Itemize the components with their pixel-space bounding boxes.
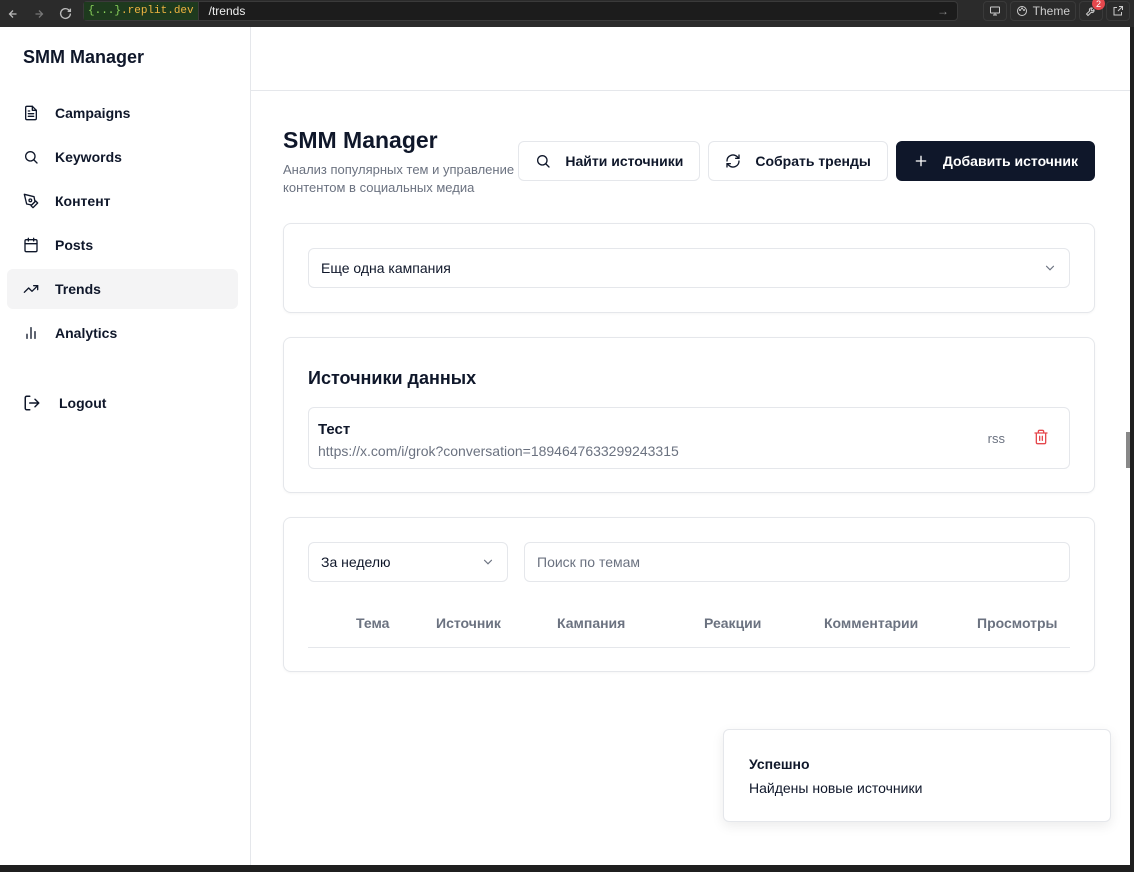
- source-name: Тест: [318, 421, 351, 438]
- success-toast[interactable]: Успешно Найдены новые источники: [723, 729, 1111, 822]
- trends-table-header: Тема Источник Кампания Реакции Комментар…: [308, 598, 1070, 648]
- topic-search-input[interactable]: [524, 542, 1070, 582]
- reload-icon: [59, 7, 71, 20]
- sources-title: Источники данных: [308, 368, 477, 388]
- add-source-button[interactable]: Добавить источник: [895, 141, 1095, 181]
- column-header-topic[interactable]: Тема: [356, 615, 389, 631]
- trends-card: За неделю Тема Источник Кампания Реакции…: [283, 517, 1095, 672]
- sidebar-item-trends[interactable]: Trends: [7, 269, 238, 309]
- period-select-value: За неделю: [321, 554, 391, 570]
- url-path: /trends: [208, 4, 246, 18]
- forward-button[interactable]: [26, 0, 52, 27]
- header-actions: Найти источники Собрать тренды Добавить …: [518, 141, 1095, 181]
- source-item: Тест https://x.com/i/grok?conversation=1…: [308, 407, 1070, 469]
- go-arrow-icon[interactable]: →: [937, 4, 949, 18]
- sidebar-item-label: Trends: [55, 281, 101, 297]
- source-url: https://x.com/i/grok?conversation=189464…: [318, 443, 679, 459]
- toast-message: Найдены новые источники: [749, 780, 923, 796]
- scrollbar-handle[interactable]: [1126, 432, 1130, 468]
- url-host: {...} .replit.dev: [84, 2, 199, 20]
- column-header-source[interactable]: Источник: [436, 615, 501, 631]
- plus-icon: [915, 155, 927, 167]
- find-sources-label: Найти источники: [565, 153, 684, 169]
- devices-button[interactable]: [982, 1, 1007, 21]
- sources-card: Источники данных Тест https://x.com/i/gr…: [283, 337, 1095, 493]
- campaign-card: Еще одна кампания: [283, 223, 1095, 313]
- source-type: rss: [987, 431, 1005, 446]
- sidebar-item-content[interactable]: Контент: [7, 181, 238, 221]
- arrow-right-icon: [35, 9, 44, 18]
- trending-up-icon: [23, 285, 39, 293]
- sidebar-item-label: Campaigns: [55, 105, 131, 121]
- monitor-icon: [989, 6, 1000, 16]
- sidebar-item-label: Posts: [55, 237, 94, 253]
- sidebar-item-label: Keywords: [55, 149, 122, 165]
- campaign-select[interactable]: Еще одна кампания: [308, 248, 1070, 288]
- add-source-label: Добавить источник: [942, 153, 1078, 169]
- browser-toolbar: {...} .replit.dev /trends → Theme 2: [0, 0, 1134, 27]
- sidebar-item-campaigns[interactable]: Campaigns: [7, 93, 238, 133]
- column-header-comments[interactable]: Комментарии: [824, 615, 918, 631]
- logout-icon: [24, 395, 40, 411]
- search-icon: [25, 151, 38, 164]
- pen-icon: [23, 193, 39, 209]
- column-header-campaign[interactable]: Кампания: [557, 615, 625, 631]
- browser-actions: Theme 2: [982, 0, 1130, 21]
- sidebar-item-keywords[interactable]: Keywords: [7, 137, 238, 177]
- search-icon: [537, 155, 551, 168]
- chevron-down-icon: [483, 559, 493, 565]
- period-select[interactable]: За неделю: [308, 542, 508, 582]
- sidebar-item-analytics[interactable]: Analytics: [7, 313, 238, 353]
- top-header-bar: [251, 27, 1130, 91]
- theme-label: Theme: [1032, 4, 1070, 18]
- find-sources-button[interactable]: Найти источники: [518, 141, 701, 181]
- sidebar: SMM Manager Campaigns Keywords Контент P…: [0, 27, 251, 865]
- toast-title: Успешно: [749, 756, 810, 772]
- logout-button[interactable]: Logout: [23, 394, 106, 412]
- column-header-reactions[interactable]: Реакции: [704, 615, 761, 631]
- chevron-down-icon: [1045, 265, 1055, 271]
- campaign-select-value: Еще одна кампания: [321, 260, 451, 276]
- calendar-icon: [24, 237, 38, 253]
- open-new-tab-button[interactable]: [1106, 1, 1130, 21]
- tools-button[interactable]: 2: [1079, 0, 1105, 21]
- arrow-left-icon: [8, 9, 17, 18]
- bar-chart-icon: [26, 327, 36, 339]
- back-button[interactable]: [0, 0, 26, 27]
- notification-badge: 2: [1092, 0, 1105, 10]
- collect-trends-label: Собрать тренды: [755, 153, 871, 169]
- sidebar-item-posts[interactable]: Posts: [7, 225, 238, 265]
- external-link-icon: [1113, 6, 1123, 16]
- sidebar-brand: SMM Manager: [23, 47, 145, 67]
- page-title: SMM Manager: [283, 127, 438, 153]
- refresh-icon: [726, 154, 740, 168]
- logout-label: Logout: [59, 395, 107, 411]
- file-text-icon: [25, 105, 37, 121]
- column-header-views[interactable]: Просмотры: [977, 615, 1058, 631]
- sidebar-item-label: Analytics: [55, 325, 118, 341]
- page-subtitle: Анализ популярных тем и управление конте…: [283, 162, 515, 195]
- palette-icon: [1016, 6, 1027, 16]
- address-bar[interactable]: {...} .replit.dev /trends →: [83, 1, 958, 21]
- collect-trends-button[interactable]: Собрать тренды: [708, 141, 888, 181]
- sidebar-nav: Campaigns Keywords Контент Posts Trends …: [7, 93, 238, 357]
- theme-button[interactable]: Theme: [1009, 1, 1076, 21]
- reload-button[interactable]: [52, 0, 78, 27]
- sidebar-item-label: Контент: [55, 193, 111, 209]
- trash-icon[interactable]: [1033, 429, 1049, 445]
